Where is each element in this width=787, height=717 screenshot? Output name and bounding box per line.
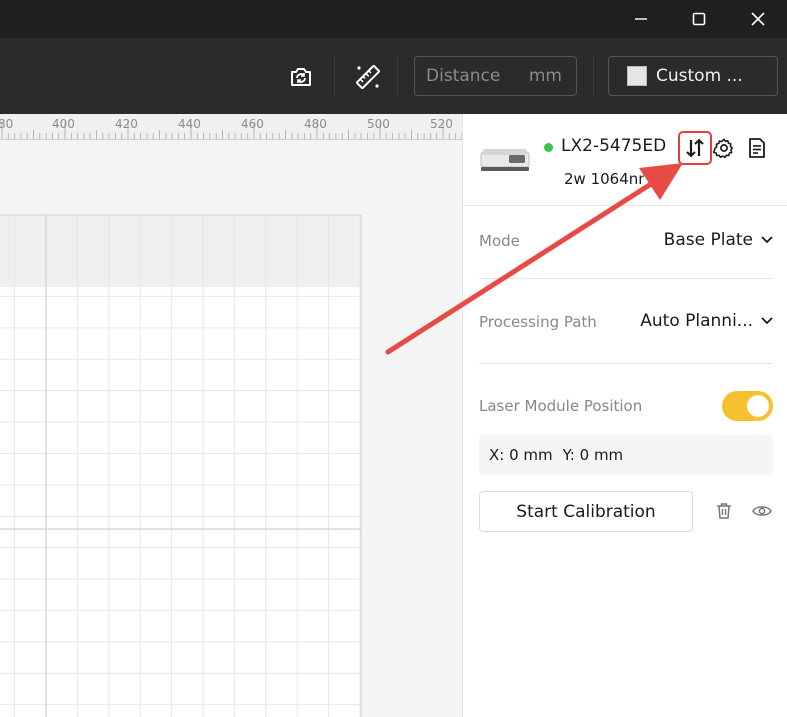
toolbar: mm Custom ... [0, 38, 787, 114]
distance-unit: mm [528, 66, 562, 86]
device-name: LX2-5475ED [561, 136, 667, 156]
ruler-label: 520 [430, 117, 453, 131]
connection-status-dot [544, 143, 553, 152]
workspace-canvas[interactable] [0, 140, 462, 717]
toggle-knob [747, 395, 769, 417]
processing-path-select[interactable]: Auto Planni... [640, 311, 773, 331]
distance-field[interactable]: mm [414, 56, 577, 96]
eye-icon [752, 506, 772, 516]
start-calibration-button[interactable]: Start Calibration [479, 491, 693, 532]
device-settings-button[interactable] [711, 135, 737, 161]
x-coordinate: X: 0 mm [489, 446, 553, 464]
close-button[interactable] [729, 0, 787, 38]
processing-path-row: Processing Path Auto Planni... [479, 311, 773, 331]
title-bar [0, 0, 787, 38]
close-icon [751, 12, 765, 26]
chevron-down-icon [761, 317, 773, 325]
laser-position-row: Laser Module Position [479, 391, 773, 421]
ruler-label: 400 [52, 117, 75, 131]
document-icon [749, 138, 765, 158]
laser-position-toggle[interactable] [722, 391, 773, 421]
laser-coordinates: X: 0 mm Y: 0 mm [479, 435, 773, 475]
material-swatch [627, 66, 647, 86]
work-area-header-band [0, 215, 361, 287]
trash-icon [717, 503, 731, 519]
horizontal-ruler: 80 400 420 440 460 480 500 520 [0, 114, 462, 140]
device-log-button[interactable] [744, 135, 770, 161]
minimize-icon [635, 18, 647, 20]
device-panel: LX2-5475ED 2w 1064nm Mode Base Plate Pro… [462, 114, 787, 717]
custom-material-button[interactable]: Custom ... [608, 56, 778, 96]
mode-row: Mode Base Plate [479, 230, 773, 250]
device-header: LX2-5475ED 2w 1064nm [463, 114, 787, 206]
delete-button[interactable] [713, 500, 735, 522]
swap-vertical-icon [686, 138, 704, 158]
distance-input[interactable] [426, 66, 516, 86]
work-area [0, 287, 361, 717]
laser-device-image [480, 149, 530, 171]
chevron-down-icon [761, 236, 773, 244]
mode-select[interactable]: Base Plate [664, 230, 773, 250]
mode-value: Base Plate [663, 230, 753, 250]
device-spec: 2w 1064nm [564, 170, 644, 188]
maximize-icon [692, 12, 706, 26]
laser-position-label: Laser Module Position [479, 397, 643, 415]
ruler-label: 500 [367, 117, 390, 131]
app-window: mm Custom ... 80 400 420 440 460 480 500… [0, 0, 787, 717]
divider [479, 363, 773, 364]
ruler-label: 460 [241, 117, 264, 131]
toolbar-separator [593, 56, 594, 98]
minimize-button[interactable] [612, 0, 670, 38]
processing-path-label: Processing Path [479, 313, 597, 331]
toolbar-separator [334, 56, 335, 98]
camera-refresh-button[interactable] [285, 62, 317, 92]
measure-button[interactable] [352, 62, 384, 92]
gear-icon [713, 138, 734, 159]
processing-path-value: Auto Planni... [640, 311, 753, 331]
y-coordinate: Y: 0 mm [562, 446, 624, 464]
divider [479, 278, 773, 279]
ruler-measure-icon [356, 65, 380, 89]
switch-device-button[interactable] [682, 135, 708, 161]
work-area-grid [0, 214, 362, 717]
ruler-label: 440 [178, 117, 201, 131]
ruler-label: 480 [304, 117, 327, 131]
ruler-label: 80 [0, 117, 14, 131]
camera-refresh-icon [291, 68, 311, 86]
mode-label: Mode [479, 232, 520, 250]
toolbar-separator [397, 56, 398, 98]
ruler-label: 420 [115, 117, 138, 131]
custom-material-label: Custom ... [656, 66, 743, 86]
maximize-button[interactable] [670, 0, 728, 38]
visibility-button[interactable] [751, 500, 773, 522]
